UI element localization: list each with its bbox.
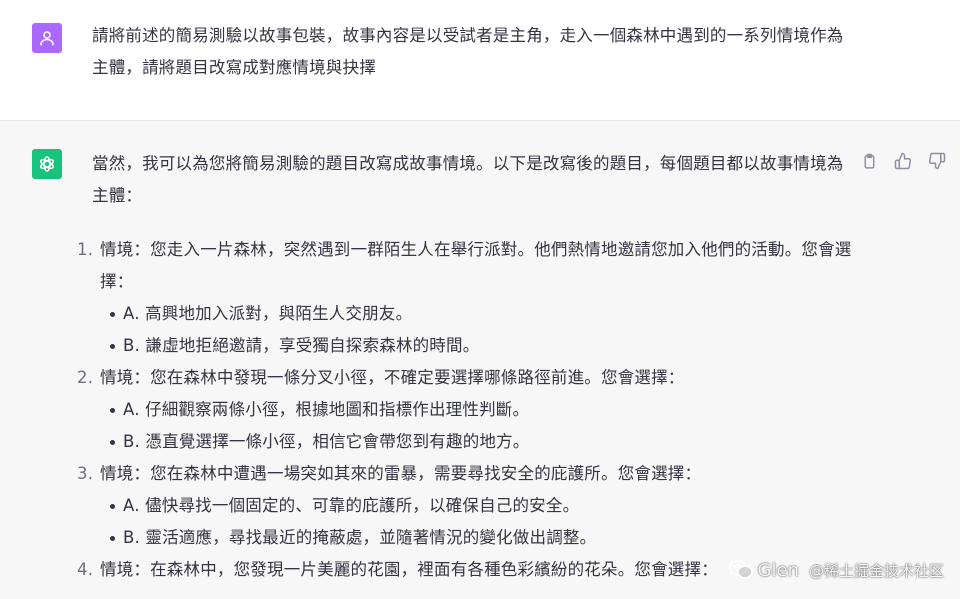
option-item: A. 儘快尋找一個固定的、可靠的庇護所，以確保自己的安全。: [100, 490, 870, 522]
item-number: 4.: [77, 560, 94, 579]
user-message-text: 請將前述的簡易測驗以故事包裝，故事內容是以受試者是主角，走入一個森林中遇到的一系…: [92, 26, 844, 77]
option-list: A. 高興地加入派對，與陌生人交朋友。 B. 謙虛地拒絕邀請，享受獨自探索森林的…: [100, 298, 870, 362]
item-number: 3.: [77, 464, 94, 483]
watermark-name: Glen: [757, 559, 799, 581]
option-item: A. 高興地加入派對，與陌生人交朋友。: [100, 298, 870, 330]
thumbs-down-icon: [928, 152, 946, 170]
scenario-text: 情境：您走入一片森林，突然遇到一群陌生人在舉行派對。他們熱情地邀請您加入他們的活…: [100, 240, 852, 291]
item-number: 1.: [77, 240, 94, 259]
thumbs-down-button[interactable]: [926, 150, 948, 172]
copy-button[interactable]: [858, 150, 880, 172]
user-avatar: [32, 23, 62, 53]
user-icon: [40, 31, 54, 46]
scenario-item: 1. 情境：您走入一片森林，突然遇到一群陌生人在舉行派對。他們熱情地邀請您加入他…: [70, 234, 870, 362]
watermark-site: @稀土掘金技术社区: [808, 561, 944, 580]
thumbs-up-icon: [894, 152, 912, 170]
copy-icon: [864, 153, 874, 169]
scenario-list: 1. 情境：您走入一片森林，突然遇到一群陌生人在舉行派對。他們熱情地邀請您加入他…: [70, 234, 870, 586]
scenario-text: 情境：您在森林中遭遇一場突如其來的雷暴，需要尋找安全的庇護所。您會選擇：: [100, 464, 702, 483]
thumbs-up-button[interactable]: [892, 150, 914, 172]
scenario-text: 情境：您在森林中發現一條分叉小徑，不確定要選擇哪條路徑前進。您會選擇：: [100, 368, 685, 387]
assistant-avatar: [32, 149, 62, 179]
scenario-item: 2. 情境：您在森林中發現一條分叉小徑，不確定要選擇哪條路徑前進。您會選擇： A…: [70, 362, 870, 458]
option-list: A. 仔細觀察兩條小徑，根據地圖和指標作出理性判斷。 B. 憑直覺選擇一條小徑，…: [100, 394, 870, 458]
option-list: A. 儘快尋找一個固定的、可靠的庇護所，以確保自己的安全。 B. 靈活適應，尋找…: [100, 490, 870, 554]
option-item: B. 謙虛地拒絕邀請，享受獨自探索森林的時間。: [100, 330, 870, 362]
option-item: B. 憑直覺選擇一條小徑，相信它會帶您到有趣的地方。: [100, 426, 870, 458]
openai-logo-icon: [40, 156, 54, 172]
user-message-block: 請將前述的簡易測驗以故事包裝，故事內容是以受試者是主角，走入一個森林中遇到的一系…: [0, 0, 960, 121]
assistant-intro-text: 當然，我可以為您將簡易測驗的題目改寫成故事情境。以下是改寫後的題目，每個題目都以…: [92, 154, 844, 205]
scenario-item: 3. 情境：您在森林中遭遇一場突如其來的雷暴，需要尋找安全的庇護所。您會選擇： …: [70, 458, 870, 554]
option-item: B. 靈活適應，尋找最近的掩蔽處，並隨著情況的變化做出調整。: [100, 522, 870, 554]
item-number: 2.: [77, 368, 94, 387]
wechat-icon: [728, 560, 753, 579]
watermark: Glen @稀土掘金技术社区: [728, 559, 944, 581]
message-actions: [858, 150, 948, 172]
option-item: A. 仔細觀察兩條小徑，根據地圖和指標作出理性判斷。: [100, 394, 870, 426]
